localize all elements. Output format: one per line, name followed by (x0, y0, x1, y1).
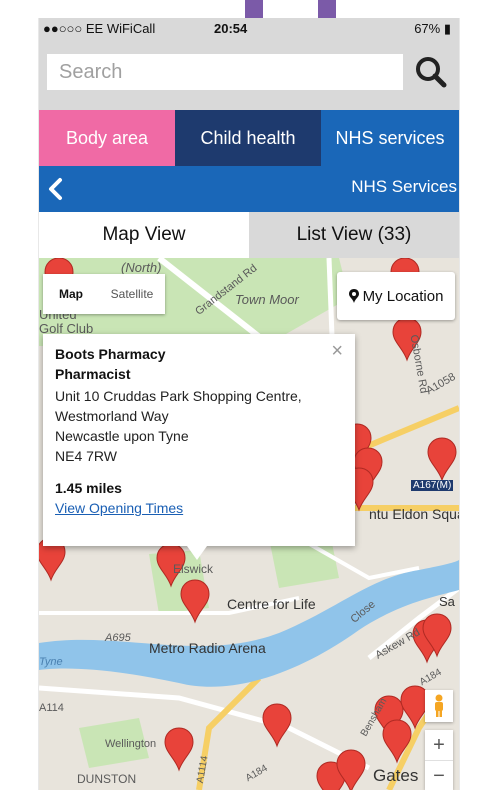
pegman-icon (435, 694, 443, 717)
pharmacy-name: Boots Pharmacy (55, 346, 166, 362)
decorative-block (245, 0, 263, 18)
street-view-button[interactable] (425, 690, 453, 722)
map[interactable]: (North) Grandstand Rd Town Moor United G… (39, 258, 459, 790)
phone-frame: ●●○○○ EE WiFiCall 20:54 67% ▮ Body area … (0, 0, 477, 801)
map-label: Centre for Life (227, 596, 316, 612)
address-line: NE4 7RW (55, 448, 117, 464)
address-line: Newcastle upon Tyne (55, 428, 189, 444)
map-type-map-button[interactable]: Map (43, 274, 99, 314)
chevron-left-icon (49, 178, 62, 200)
nav-bar: NHS Services (39, 166, 459, 212)
map-label: A167(M) (411, 480, 454, 491)
view-toggle: Map View List View (33) (39, 212, 459, 258)
status-bar: ●●○○○ EE WiFiCall 20:54 67% ▮ (39, 18, 459, 40)
map-label: A695 (105, 632, 131, 644)
search-icon (416, 57, 447, 88)
map-label: DUNSTON (77, 772, 137, 786)
battery-icon: ▮ (443, 21, 451, 36)
carrier-label: ●●○○○ EE WiFiCall (43, 21, 156, 36)
map-label: Metro Radio Arena (149, 640, 266, 656)
category-tabs: Body area Child health NHS services (39, 110, 459, 166)
back-button[interactable] (43, 174, 71, 204)
page-title: NHS Services (351, 177, 457, 196)
tab-list-view[interactable]: List View (33) (249, 212, 459, 258)
battery-indicator: 67% ▮ (414, 21, 451, 37)
map-type-toggle: Map Satellite (43, 274, 165, 314)
map-label: A114 (39, 702, 64, 714)
search-button[interactable] (411, 54, 451, 90)
clock: 20:54 (214, 21, 248, 36)
search-bar (39, 40, 459, 110)
tab-child-health[interactable]: Child health (175, 110, 321, 166)
map-label: Sa (439, 594, 455, 609)
zoom-in-button[interactable]: + (425, 730, 453, 760)
map-label: Elswick (173, 562, 214, 576)
location-pin-icon (348, 289, 359, 303)
address-line: Westmorland Way (55, 408, 169, 424)
zoom-out-button[interactable]: − (425, 760, 453, 790)
decorative-block (318, 0, 336, 18)
opening-times-link[interactable]: View Opening Times (55, 500, 183, 516)
info-window: × Boots Pharmacy Pharmacist Unit 10 Crud… (43, 334, 355, 546)
distance-label: 1.45 miles (55, 480, 122, 496)
tab-body-area[interactable]: Body area (39, 110, 175, 166)
battery-percent: 67% (414, 21, 441, 36)
search-input[interactable] (47, 54, 403, 90)
map-label: Tyne (39, 656, 63, 668)
pharmacy-type: Pharmacist (55, 366, 131, 382)
tab-nhs-services[interactable]: NHS services (321, 110, 459, 166)
info-window-tail (187, 546, 207, 560)
map-label: ntu Eldon Squar (369, 506, 459, 522)
app-screen: ●●○○○ EE WiFiCall 20:54 67% ▮ Body area … (38, 18, 460, 790)
map-label: (North) (121, 260, 162, 275)
map-type-satellite-button[interactable]: Satellite (99, 274, 165, 314)
close-icon[interactable]: × (331, 340, 343, 363)
map-label: Wellington (105, 738, 157, 750)
my-location-button[interactable]: My Location (337, 272, 455, 320)
my-location-label: My Location (362, 287, 444, 305)
map-label: Town Moor (235, 292, 299, 307)
address-line: Unit 10 Cruddas Park Shopping Centre, (55, 388, 302, 404)
tab-map-view[interactable]: Map View (39, 212, 249, 258)
map-label: Gates (373, 766, 419, 785)
plus-icon: + (433, 733, 445, 756)
minus-icon: − (433, 764, 445, 787)
zoom-controls: + − (425, 730, 453, 790)
